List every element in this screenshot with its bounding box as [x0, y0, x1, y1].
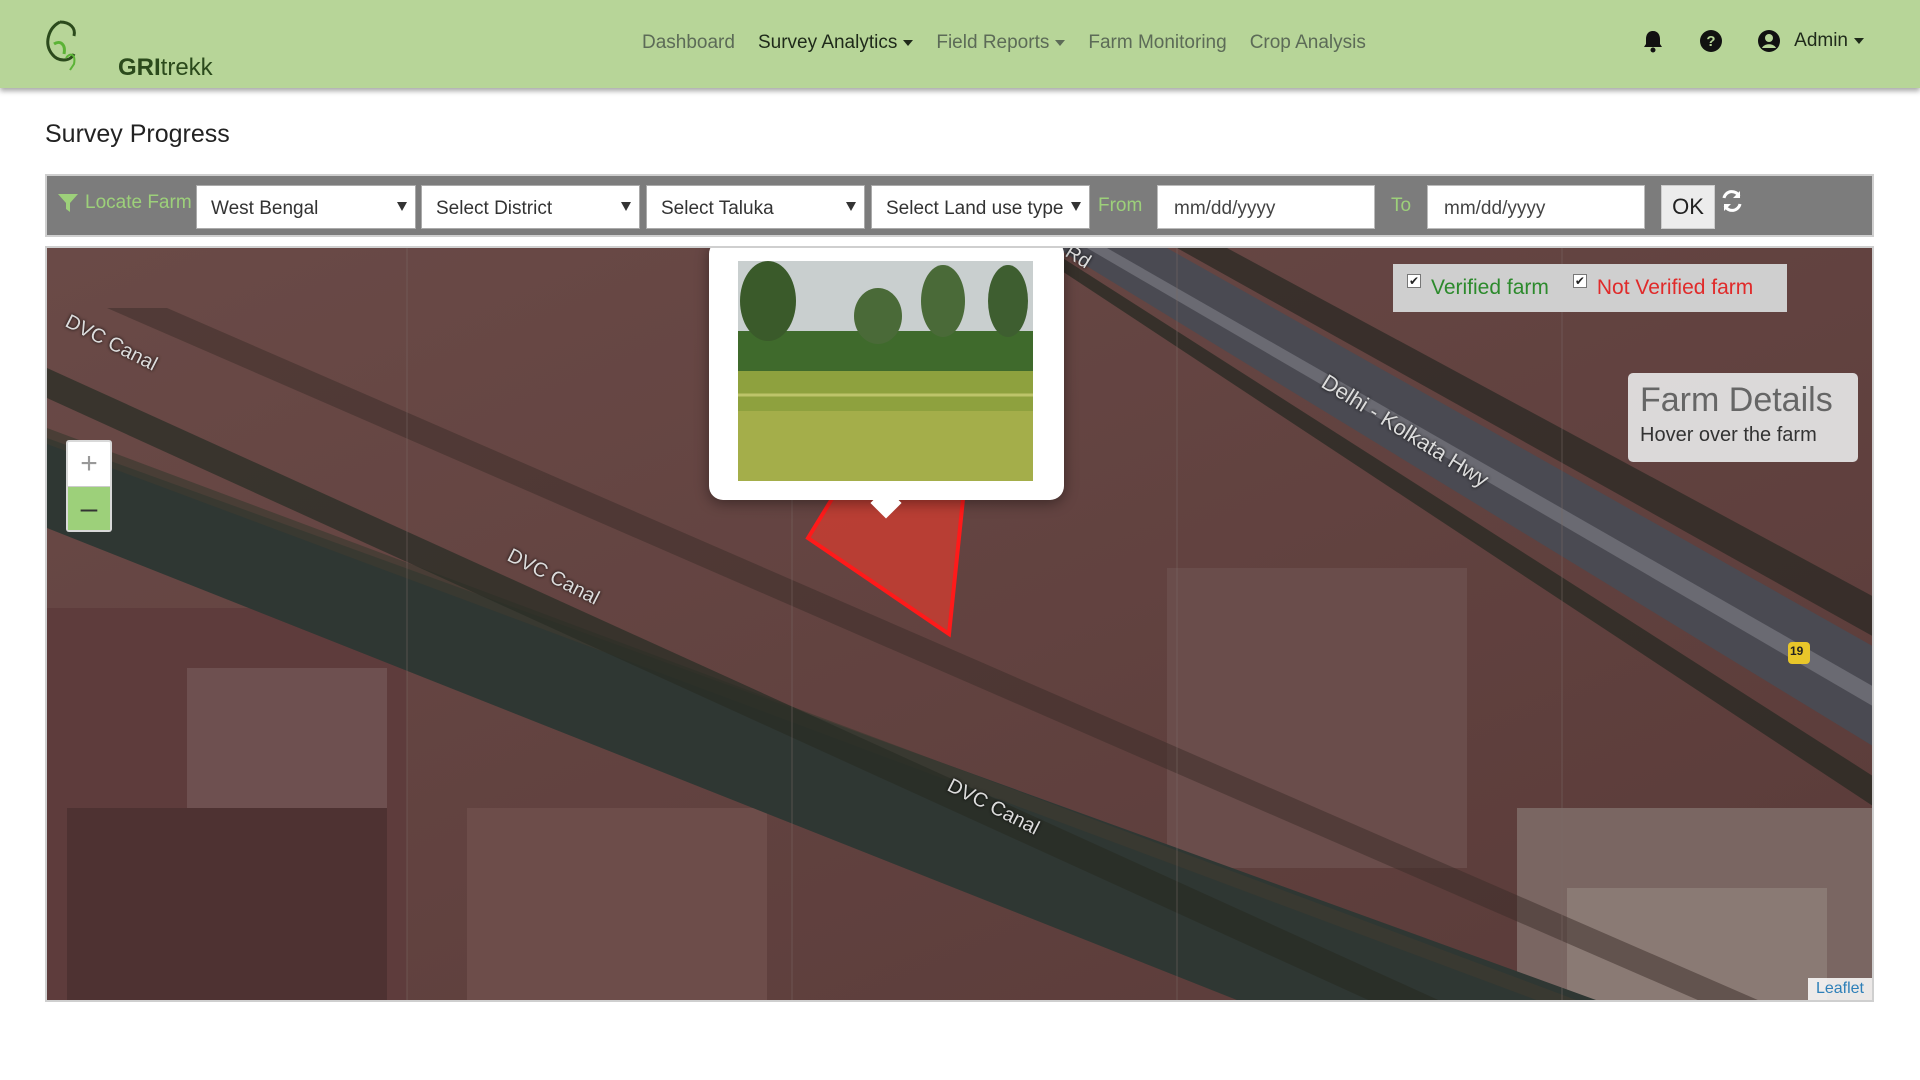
to-label: To — [1391, 195, 1412, 216]
chevron-down-icon — [1055, 40, 1066, 46]
farm-photo — [738, 261, 1033, 481]
navbar: GRItrekk Dashboard Survey Analytics Fiel… — [0, 0, 1920, 88]
main-nav: Dashboard Survey Analytics Field Reports… — [642, 32, 1389, 54]
from-label: From — [1098, 195, 1143, 216]
brand-name: GRItrekk — [118, 54, 213, 81]
logo-leaf-icon — [46, 20, 76, 71]
nav-field-reports[interactable]: Field Reports — [936, 32, 1066, 54]
district-select[interactable]: Select District — [421, 185, 640, 229]
nav-crop-analysis[interactable]: Crop Analysis — [1250, 32, 1366, 54]
zoom-control: + – — [66, 440, 112, 532]
checkbox-icon[interactable]: ✔ — [1572, 274, 1587, 288]
refresh-icon[interactable] — [1719, 188, 1745, 219]
user-icon[interactable] — [1756, 28, 1782, 54]
dropdown-arrow-icon — [1071, 202, 1081, 211]
leaflet-attribution-link[interactable]: Leaflet — [1807, 978, 1872, 1000]
nav-farm-monitoring[interactable]: Farm Monitoring — [1088, 32, 1226, 54]
dropdown-arrow-icon — [846, 202, 856, 211]
brand-logo[interactable]: GRItrekk — [40, 14, 213, 81]
route-badge-label: 19 — [1790, 644, 1804, 658]
ok-button[interactable]: OK — [1661, 185, 1715, 229]
filter-icon — [58, 194, 78, 212]
verified-farm-toggle[interactable]: ✔ Verified farm — [1407, 274, 1549, 300]
from-date-input[interactable]: mm/dd/yyyy — [1157, 185, 1375, 229]
filter-bar: Locate Farm West Bengal Select District … — [45, 174, 1874, 237]
user-menu[interactable]: Admin — [1794, 30, 1864, 52]
zoom-in-button[interactable]: + — [68, 442, 110, 486]
nav-actions: ? Admin — [1640, 28, 1864, 54]
page-title: Survey Progress — [45, 120, 230, 148]
state-select[interactable]: West Bengal — [196, 185, 416, 229]
dropdown-arrow-icon — [621, 202, 631, 211]
land-use-select[interactable]: Select Land use type — [871, 185, 1090, 229]
farm-details-title: Farm Details — [1640, 381, 1833, 419]
not-verified-farm-toggle[interactable]: ✔ Not Verified farm — [1572, 274, 1753, 300]
nav-survey-analytics[interactable]: Survey Analytics — [758, 32, 914, 54]
farm-details-panel: Farm Details Hover over the farm — [1628, 373, 1858, 462]
nav-dashboard[interactable]: Dashboard — [642, 32, 735, 54]
farm-legend: ✔ Verified farm ✔ Not Verified farm — [1393, 264, 1787, 312]
taluka-select[interactable]: Select Taluka — [646, 185, 865, 229]
svg-text:?: ? — [1707, 33, 1716, 50]
dropdown-arrow-icon — [397, 202, 407, 211]
zoom-out-button[interactable]: – — [68, 486, 110, 530]
to-date-input[interactable]: mm/dd/yyyy — [1427, 185, 1645, 229]
checkbox-icon[interactable]: ✔ — [1407, 274, 1421, 288]
bell-icon[interactable] — [1640, 28, 1666, 54]
farm-popup[interactable] — [709, 248, 1064, 519]
locate-farm-label: Locate Farm — [57, 192, 192, 214]
chevron-down-icon — [903, 40, 914, 46]
farm-map[interactable]: DVC Canal DVC Canal DVC Canal Delhi - Ko… — [45, 246, 1874, 1002]
help-icon[interactable]: ? — [1698, 28, 1724, 54]
farm-details-hint: Hover over the farm — [1640, 424, 1817, 446]
chevron-down-icon — [1854, 38, 1864, 44]
